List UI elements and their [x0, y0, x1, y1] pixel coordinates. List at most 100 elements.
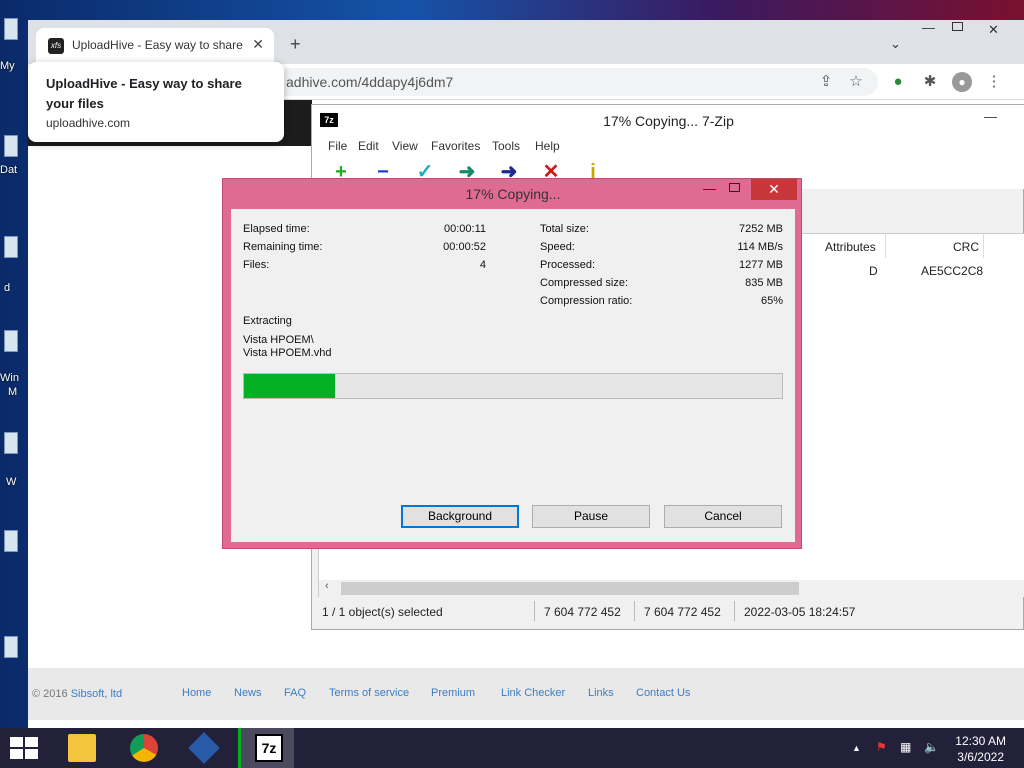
7zip-icon: 7z: [255, 734, 283, 762]
desktop-icon-label: d: [4, 282, 11, 294]
remaining-value: 00:00:52: [443, 241, 486, 253]
total-size-label: Total size:: [540, 223, 589, 235]
desktop-icon[interactable]: [4, 135, 18, 157]
menu-favorites[interactable]: Favorites: [431, 139, 480, 153]
desktop-icon[interactable]: [4, 18, 18, 40]
processed-value: 1277 MB: [738, 259, 783, 271]
tray-overflow-icon[interactable]: ▲: [852, 743, 861, 753]
elapsed-value: 00:00:11: [443, 223, 486, 235]
files-value: 4: [479, 259, 486, 271]
current-path: Vista HPOEM\: [243, 334, 314, 346]
footer-link-checker[interactable]: Link Checker: [501, 687, 565, 699]
status-packed: 7 604 772 452: [644, 605, 721, 619]
file-explorer-icon: [68, 734, 96, 762]
speed-label: Speed:: [540, 241, 575, 253]
close-button[interactable]: ✕: [988, 22, 999, 38]
7zip-window-title: 17% Copying... 7-Zip: [603, 113, 734, 129]
new-tab-button[interactable]: +: [290, 34, 301, 55]
desktop-icon[interactable]: [4, 530, 18, 552]
menu-tools[interactable]: Tools: [492, 139, 520, 153]
progress-bar: [243, 373, 783, 399]
menu-help[interactable]: Help: [535, 139, 560, 153]
taskbar-chrome[interactable]: [116, 728, 172, 768]
tab-hover-card: UploadHive - Easy way to share your file…: [28, 62, 284, 142]
compressed-size-value: 835 MB: [745, 277, 783, 289]
url-text: adhive.com/4ddapy4j6dm7: [286, 74, 454, 90]
taskbar-7zip[interactable]: 7z: [238, 728, 294, 768]
network-icon[interactable]: ▦: [900, 740, 911, 754]
menu-view[interactable]: View: [392, 139, 418, 153]
cancel-button[interactable]: Cancel: [664, 505, 782, 528]
start-button[interactable]: [10, 737, 38, 759]
horizontal-scrollbar[interactable]: ‹: [319, 580, 1024, 597]
dialog-maximize-button[interactable]: [729, 183, 740, 192]
background-button[interactable]: Background: [401, 505, 519, 528]
status-divider: [734, 601, 735, 621]
row-attributes[interactable]: D: [869, 264, 878, 278]
menu-file[interactable]: File: [328, 139, 347, 153]
menu-edit[interactable]: Edit: [358, 139, 379, 153]
desktop-icon[interactable]: [4, 432, 18, 454]
tab-title: UploadHive - Easy way to share y: [72, 38, 244, 52]
bookmark-star-icon[interactable]: ☆: [846, 72, 866, 92]
windows-logo-pane: [10, 737, 23, 747]
clock-date: 3/6/2022: [957, 750, 1004, 764]
status-size: 7 604 772 452: [544, 605, 621, 619]
processed-label: Processed:: [540, 259, 596, 271]
7zip-menubar: File Edit View Favorites Tools Help: [312, 135, 1024, 157]
minimize-button[interactable]: —: [922, 20, 935, 35]
desktop-icon-label: Win: [0, 372, 19, 384]
profile-avatar-icon[interactable]: ●: [952, 72, 972, 92]
row-crc[interactable]: AE5CC2C8: [921, 264, 983, 278]
hover-card-title: UploadHive - Easy way to share your file…: [46, 76, 242, 111]
footer-link-home[interactable]: Home: [182, 687, 211, 699]
tab-close-icon[interactable]: ✕: [252, 36, 264, 53]
menu-kebab-icon[interactable]: ⋮: [984, 72, 1004, 92]
total-size-value: 7252 MB: [738, 223, 783, 235]
desktop-icon-label: My: [0, 60, 15, 72]
tray-flag-icon[interactable]: ⚑: [876, 740, 887, 754]
maximize-button[interactable]: [952, 22, 963, 31]
taskbar-file-explorer[interactable]: [54, 728, 110, 768]
volume-muted-icon[interactable]: 🔈: [924, 740, 939, 754]
scrollbar-thumb[interactable]: [341, 582, 799, 595]
pause-button[interactable]: Pause: [532, 505, 650, 528]
7zip-minimize-button[interactable]: —: [984, 109, 997, 124]
footer-link-faq[interactable]: FAQ: [284, 687, 306, 699]
share-icon[interactable]: ⇪: [816, 72, 836, 92]
tab-search-icon[interactable]: ⌄: [890, 36, 901, 52]
footer-company-link[interactable]: Sibsoft, ltd: [71, 688, 122, 700]
footer-link-contact[interactable]: Contact Us: [636, 687, 690, 699]
footer-link-terms[interactable]: Terms of service: [329, 687, 409, 699]
column-header-crc[interactable]: CRC: [953, 240, 979, 254]
browser-tab[interactable]: xfs UploadHive - Easy way to share y ✕: [36, 28, 274, 64]
taskbar-virtualbox[interactable]: [176, 728, 232, 768]
windows-logo-pane: [25, 749, 38, 759]
scroll-left-icon[interactable]: ‹: [325, 580, 329, 592]
windows-logo-pane: [25, 737, 38, 747]
favicon-icon: xfs: [48, 38, 64, 54]
desktop-icon[interactable]: [4, 636, 18, 658]
footer-link-premium[interactable]: Premium: [431, 687, 475, 699]
footer-link-links[interactable]: Links: [588, 687, 614, 699]
elapsed-label: Elapsed time:: [243, 223, 310, 235]
system-clock[interactable]: 12:30 AM 3/6/2022: [955, 733, 1006, 765]
tab-strip: xfs UploadHive - Easy way to share y ✕ +…: [28, 20, 1024, 64]
desktop-icon[interactable]: [4, 330, 18, 352]
extensions-puzzle-icon[interactable]: ✱: [920, 72, 940, 92]
7zip-title-bar: 7z 17% Copying... 7-Zip —: [312, 105, 1024, 135]
compressed-size-label: Compressed size:: [540, 277, 629, 289]
footer-link-news[interactable]: News: [234, 687, 262, 699]
chrome-icon: [130, 734, 158, 762]
extension-globe-icon[interactable]: ●: [888, 72, 908, 92]
dialog-title: 17% Copying...: [465, 186, 561, 202]
status-modified: 2022-03-05 18:24:57: [744, 605, 856, 619]
address-bar[interactable]: adhive.com/4ddapy4j6dm7 ⇪ ☆: [268, 68, 878, 96]
desktop-icon[interactable]: [4, 236, 18, 258]
column-header-attributes[interactable]: Attributes: [825, 240, 876, 254]
compression-ratio-label: Compression ratio:: [540, 295, 633, 307]
status-divider: [534, 601, 535, 621]
dialog-close-button[interactable]: ✕: [751, 179, 797, 200]
dialog-minimize-button[interactable]: —: [703, 181, 716, 196]
desktop-icon-label: M: [8, 386, 18, 398]
